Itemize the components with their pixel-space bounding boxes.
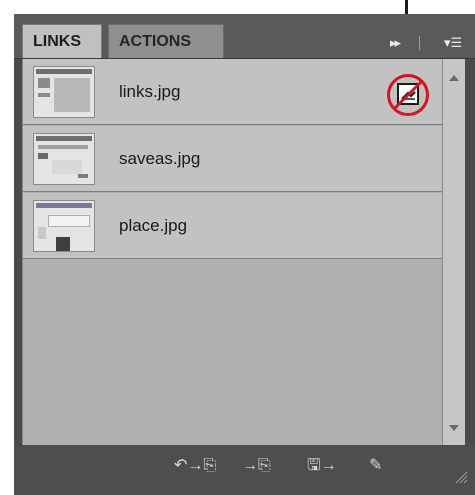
vertical-scrollbar[interactable] <box>442 59 465 445</box>
panel-menu-icon[interactable]: ▾☰ <box>444 36 462 50</box>
link-name: saveas.jpg <box>119 149 201 168</box>
edit-original-button[interactable]: ✎ <box>369 456 382 478</box>
go-to-link-button[interactable]: →⎘ <box>242 456 271 478</box>
panel-tab-bar: LINKS ACTIONS ▸▸ ▾☰ <box>14 14 475 59</box>
tab-actions[interactable]: ACTIONS <box>108 24 224 58</box>
resize-grip-icon[interactable] <box>454 470 468 484</box>
link-status-icon[interactable] <box>386 73 438 125</box>
links-list: links.jpg saveas.jpg place.jpg <box>22 59 442 445</box>
link-name: place.jpg <box>119 216 188 235</box>
update-link-button[interactable]: 🖫→ <box>307 456 337 478</box>
collapse-panel-icon[interactable]: ▸▸ <box>390 36 401 50</box>
link-thumbnail <box>33 200 95 252</box>
list-item[interactable]: place.jpg <box>23 193 442 259</box>
tab-links[interactable]: LINKS <box>22 24 102 58</box>
scroll-up-arrow-icon[interactable] <box>449 75 459 81</box>
list-item[interactable]: saveas.jpg <box>23 126 442 192</box>
relink-button[interactable]: ↶→⎘ <box>174 456 216 478</box>
links-panel: LINKS ACTIONS ▸▸ ▾☰ links.jpg saveas.jpg… <box>14 14 475 495</box>
link-name: links.jpg <box>119 82 181 101</box>
tab-bar-separator <box>419 36 420 50</box>
link-thumbnail <box>33 66 95 118</box>
list-item[interactable]: links.jpg <box>23 59 442 125</box>
no-symbol-icon <box>387 74 429 116</box>
scroll-down-arrow-icon[interactable] <box>449 425 459 431</box>
panel-footer: ↶→⎘ →⎘ 🖫→ ✎ <box>14 446 475 495</box>
link-thumbnail <box>33 133 95 185</box>
